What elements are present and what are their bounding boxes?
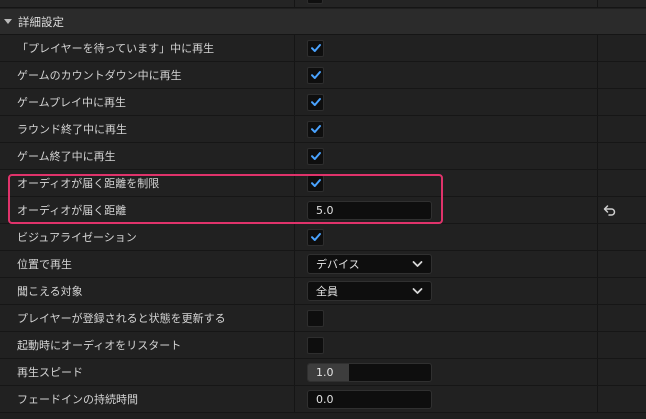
property-label: プレイヤーが登録されると状態を更新する bbox=[17, 312, 226, 325]
property-row: オーディオが届く距離を制限 bbox=[0, 170, 646, 197]
checkbox[interactable] bbox=[307, 336, 324, 354]
property-row: オーディオが届く距離 5.0 bbox=[0, 197, 646, 224]
reset-column bbox=[598, 278, 646, 304]
checkmark-icon bbox=[310, 96, 322, 108]
section-header[interactable]: 詳細設定 bbox=[0, 9, 646, 35]
property-row: プレイヤーが登録されると状態を更新する bbox=[0, 305, 646, 332]
reset-column bbox=[598, 62, 646, 88]
section-title: 詳細設定 bbox=[18, 14, 64, 29]
property-value bbox=[295, 224, 597, 250]
number-input[interactable]: 5.0 bbox=[307, 200, 432, 220]
reset-column bbox=[598, 197, 646, 223]
property-label: オーディオが届く距離を制限 bbox=[17, 177, 160, 190]
checkbox[interactable] bbox=[307, 147, 324, 165]
reset-column bbox=[598, 170, 646, 196]
reset-column bbox=[598, 359, 646, 385]
reset-column bbox=[598, 386, 646, 412]
property-row: ラウンド終了中に再生 bbox=[0, 116, 646, 143]
dropdown[interactable]: デバイス bbox=[307, 254, 432, 274]
property-label: 位置で再生 bbox=[17, 258, 72, 271]
property-rows: 「プレイヤーを待っています」中に再生 ゲームのカウントダウン中に再生 ゲームプレイ中… bbox=[0, 35, 646, 413]
checkbox[interactable] bbox=[307, 174, 324, 192]
number-input[interactable]: 0.0 bbox=[307, 389, 432, 409]
chevron-down-icon bbox=[412, 287, 423, 295]
previous-row-remnant bbox=[0, 0, 646, 8]
property-value bbox=[295, 89, 597, 115]
property-value bbox=[295, 143, 597, 169]
property-label: 再生スピード bbox=[17, 366, 83, 379]
checkbox[interactable] bbox=[307, 120, 324, 138]
property-value bbox=[295, 170, 597, 196]
property-row: 位置で再生 デバイス bbox=[0, 251, 646, 278]
property-row: フェードインの持続時間 0.0 bbox=[0, 386, 646, 413]
property-value bbox=[295, 305, 597, 331]
property-row: 再生スピード 1.0 bbox=[0, 359, 646, 386]
checkmark-icon bbox=[310, 123, 322, 135]
property-label: 聞こえる対象 bbox=[17, 285, 83, 298]
property-value: 5.0 bbox=[295, 197, 597, 223]
collapse-caret-icon[interactable] bbox=[4, 19, 12, 24]
property-row: ゲーム終了中に再生 bbox=[0, 143, 646, 170]
checkbox[interactable] bbox=[307, 39, 324, 57]
property-label: フェードインの持続時間 bbox=[17, 393, 138, 406]
checkmark-icon bbox=[310, 177, 322, 189]
reset-column bbox=[598, 224, 646, 250]
reset-column bbox=[598, 332, 646, 358]
property-label: 起動時にオーディオをリスタート bbox=[17, 339, 182, 352]
dropdown-value: 全員 bbox=[316, 285, 338, 298]
reset-arrow-icon[interactable] bbox=[603, 204, 617, 216]
property-value bbox=[295, 332, 597, 358]
property-row: 「プレイヤーを待っています」中に再生 bbox=[0, 35, 646, 62]
reset-column bbox=[598, 116, 646, 142]
property-row: ビジュアライゼーション bbox=[0, 224, 646, 251]
property-row: ゲームプレイ中に再生 bbox=[0, 89, 646, 116]
slider-value: 1.0 bbox=[316, 365, 334, 379]
checkbox[interactable] bbox=[307, 93, 324, 111]
property-label: 「プレイヤーを待っています」中に再生 bbox=[17, 42, 215, 55]
checkbox[interactable] bbox=[307, 309, 324, 327]
property-label: オーディオが届く距離 bbox=[17, 204, 127, 217]
reset-column bbox=[598, 143, 646, 169]
previous-row-checkbox[interactable] bbox=[307, 0, 323, 4]
checkbox[interactable] bbox=[307, 228, 324, 246]
checkmark-icon bbox=[310, 231, 322, 243]
property-label: ゲームプレイ中に再生 bbox=[17, 96, 127, 109]
reset-column bbox=[598, 305, 646, 331]
property-value bbox=[295, 116, 597, 142]
property-row: 聞こえる対象 全員 bbox=[0, 278, 646, 305]
dropdown-value: デバイス bbox=[316, 258, 360, 271]
property-label: ラウンド終了中に再生 bbox=[17, 123, 127, 136]
property-label: ゲーム終了中に再生 bbox=[17, 150, 116, 163]
property-row: ゲームのカウントダウン中に再生 bbox=[0, 62, 646, 89]
property-value: 全員 bbox=[295, 278, 597, 304]
property-value: 0.0 bbox=[295, 386, 597, 412]
property-value bbox=[295, 35, 597, 61]
checkmark-icon bbox=[310, 150, 322, 162]
speed-slider[interactable]: 1.0 bbox=[307, 362, 432, 382]
property-label: ビジュアライゼーション bbox=[17, 231, 137, 244]
checkmark-icon bbox=[310, 42, 322, 54]
reset-column bbox=[598, 89, 646, 115]
property-value: デバイス bbox=[295, 251, 597, 277]
dropdown[interactable]: 全員 bbox=[307, 281, 432, 301]
property-label: ゲームのカウントダウン中に再生 bbox=[17, 69, 182, 82]
property-row: 起動時にオーディオをリスタート bbox=[0, 332, 646, 359]
reset-column bbox=[598, 35, 646, 61]
property-value: 1.0 bbox=[295, 359, 597, 385]
checkmark-icon bbox=[310, 69, 322, 81]
checkbox[interactable] bbox=[307, 66, 324, 84]
chevron-down-icon bbox=[412, 260, 423, 268]
property-value bbox=[295, 62, 597, 88]
details-panel: 詳細設定 「プレイヤーを待っています」中に再生 ゲームのカウントダウン中に再生 ゲー… bbox=[0, 0, 646, 419]
reset-column bbox=[598, 251, 646, 277]
